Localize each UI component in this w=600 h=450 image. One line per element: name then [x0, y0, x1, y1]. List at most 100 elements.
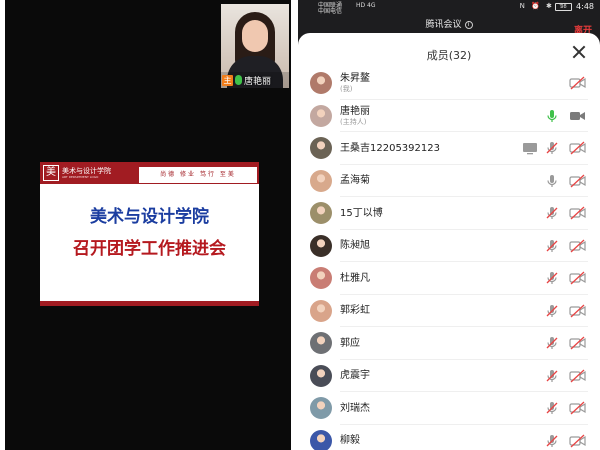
member-name-block: 陈昶旭: [340, 230, 370, 262]
mic-muted-icon[interactable]: [545, 369, 559, 383]
app-title: 腾讯会议 i: [298, 17, 600, 30]
app-bar: 腾讯会议 i 离开: [298, 15, 600, 36]
member-avatar: [310, 364, 332, 387]
member-name-block: 郭彩虹: [340, 295, 370, 327]
logo-subtext: ART DEPARTMENT LOGO: [62, 175, 99, 179]
member-name: 刘瑞杰: [340, 402, 370, 414]
member-row[interactable]: 唐艳丽 (主持人): [298, 100, 600, 132]
member-role: (主持人): [340, 117, 367, 126]
member-name: 杜雅凡: [340, 272, 370, 284]
member-name-block: 杜雅凡: [340, 262, 370, 294]
member-avatar: [310, 299, 332, 322]
member-row[interactable]: 郭应: [298, 327, 600, 360]
clock: 4:48: [576, 2, 594, 11]
member-name-block: 朱昇鳌 (我): [340, 67, 370, 99]
phone-screen: 中国联通 中国电信 HD 4G N ⏰ ✱ ⇡ 98 4:48 腾讯会议 i 离开…: [298, 0, 600, 450]
camera-off-icon[interactable]: [569, 206, 586, 220]
member-name: 15丁以博: [340, 207, 383, 219]
member-name-block: 虎震宇: [340, 360, 370, 392]
member-avatar: [310, 72, 332, 94]
members-panel-title: 成员(32): [426, 49, 472, 62]
mic-icon[interactable]: [545, 174, 559, 188]
camera-off-icon[interactable]: [569, 271, 586, 285]
status-bar: 中国联通 中国电信 HD 4G N ⏰ ✱ ⇡ 98 4:48: [298, 0, 600, 15]
member-row[interactable]: 孟海菊: [298, 165, 600, 197]
member-name-block: 刘瑞杰: [340, 392, 370, 424]
member-avatar: [310, 234, 332, 257]
close-icon[interactable]: [572, 45, 586, 59]
presenter-name: 唐艳丽: [244, 76, 272, 87]
member-avatar: [310, 429, 332, 450]
slide-title-line-2: 召开团学工作推进会: [73, 239, 226, 259]
member-row[interactable]: 刘瑞杰: [298, 392, 600, 425]
host-badge-icon: 主: [222, 74, 233, 86]
carrier-2: 中国电信: [318, 8, 343, 15]
members-panel: 成员(32) 朱昇鳌 (我) 唐艳丽 (主持人) 王桑吉12205392123 孟海菊 15…: [298, 33, 600, 450]
member-row[interactable]: 杜雅凡: [298, 262, 600, 295]
camera-off-icon[interactable]: [569, 336, 586, 350]
camera-on-icon[interactable]: [569, 109, 586, 123]
member-avatar: [310, 104, 332, 127]
member-row[interactable]: 王桑吉12205392123: [298, 132, 600, 165]
member-name-block: 柳毅: [340, 425, 360, 450]
school-motto: 尚德 修业 笃行 至美: [139, 167, 257, 183]
logo-mark: 美: [43, 165, 59, 181]
member-row[interactable]: 柳毅: [298, 425, 600, 450]
battery-icon: 98: [555, 3, 572, 11]
mic-muted-icon[interactable]: [545, 206, 559, 220]
member-name-block: 郭应: [340, 327, 360, 359]
member-avatar: [310, 397, 332, 419]
mic-active-icon: [235, 75, 242, 85]
member-avatar: [310, 202, 332, 224]
camera-off-icon[interactable]: [569, 369, 586, 383]
member-name-block: 王桑吉12205392123: [340, 132, 440, 164]
mic-muted-icon[interactable]: [545, 434, 559, 448]
app-title-text: 腾讯会议: [425, 20, 462, 30]
member-avatar: [310, 332, 332, 354]
camera-off-icon[interactable]: [569, 239, 586, 253]
member-row[interactable]: 朱昇鳌 (我): [298, 67, 600, 100]
member-row[interactable]: 15丁以博: [298, 197, 600, 230]
member-name-block: 孟海菊: [340, 165, 370, 197]
camera-off-icon[interactable]: [569, 76, 586, 90]
presenter-video-thumbnail[interactable]: 主 唐艳丽: [221, 4, 289, 88]
member-name: 孟海菊: [340, 175, 370, 186]
member-name: 郭应: [340, 337, 360, 349]
camera-off-icon[interactable]: [569, 434, 586, 448]
meeting-video-area: 主 唐艳丽 美 美术与设计学院 ART DEPARTMENT LOGO 尚德 修…: [5, 0, 291, 450]
camera-off-icon[interactable]: [569, 141, 586, 155]
member-name: 唐艳丽: [340, 105, 370, 117]
mic-muted-icon[interactable]: [545, 304, 559, 318]
presenter-face: [242, 20, 268, 52]
member-list: 朱昇鳌 (我) 唐艳丽 (主持人) 王桑吉12205392123 孟海菊 15丁以博 陈昶旭杜…: [298, 67, 600, 450]
signal-icon: HD 4G: [356, 2, 376, 9]
logo-text: 美术与设计学院: [62, 167, 111, 175]
mic-muted-icon[interactable]: [545, 239, 559, 253]
member-name: 朱昇鳌: [340, 73, 370, 84]
info-icon[interactable]: i: [464, 21, 473, 29]
member-name: 柳毅: [340, 435, 360, 446]
member-name: 王桑吉12205392123: [340, 142, 440, 154]
member-row[interactable]: 陈昶旭: [298, 230, 600, 262]
mic-muted-icon[interactable]: [545, 336, 559, 350]
member-name: 虎震宇: [340, 370, 370, 381]
member-avatar: [310, 169, 332, 192]
camera-off-icon[interactable]: [569, 304, 586, 318]
mic-on-icon[interactable]: [545, 109, 559, 123]
member-name-block: 15丁以博: [340, 197, 383, 229]
presenter-name-tag: 主 唐艳丽: [221, 72, 289, 88]
mic-muted-icon[interactable]: [545, 141, 559, 155]
camera-off-icon[interactable]: [569, 174, 586, 188]
shared-screen-slide: 美 美术与设计学院 ART DEPARTMENT LOGO 尚德 修业 笃行 至…: [40, 162, 259, 306]
member-row[interactable]: 郭彩虹: [298, 295, 600, 327]
member-role: (我): [340, 85, 353, 93]
member-avatar: [310, 267, 332, 289]
mic-muted-icon[interactable]: [545, 401, 559, 415]
member-name: 陈昶旭: [340, 240, 370, 251]
school-logo: 美 美术与设计学院 ART DEPARTMENT LOGO: [43, 165, 111, 181]
mic-muted-icon[interactable]: [545, 271, 559, 285]
member-name: 郭彩虹: [340, 305, 370, 316]
camera-off-icon[interactable]: [569, 401, 586, 415]
slide-title-line-1: 美术与设计学院: [90, 207, 209, 227]
member-row[interactable]: 虎震宇: [298, 360, 600, 392]
